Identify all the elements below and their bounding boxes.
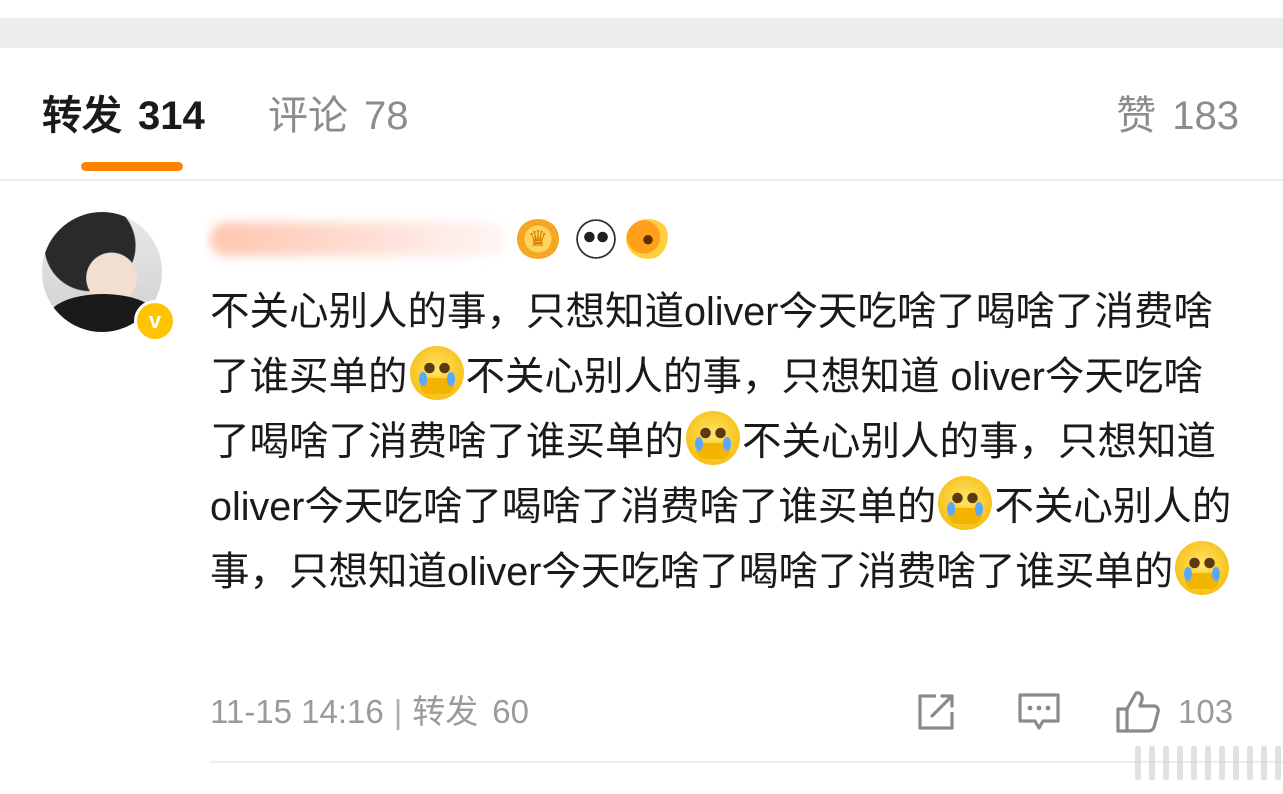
username-blurred[interactable] xyxy=(210,222,506,256)
avatar[interactable]: v xyxy=(42,212,176,342)
panda-icon[interactable] xyxy=(574,219,618,259)
comment-body: 不关心别人的事，只想知道oliver今天吃啥了喝啥了消费啥了谁买单的 不关心别人的… xyxy=(210,280,1235,605)
tab-like-count: 183 xyxy=(1172,94,1239,138)
tab-comment-count: 78 xyxy=(364,94,409,138)
crying-face-emoji-icon xyxy=(686,411,740,465)
tab-like-label: 赞 xyxy=(1116,94,1157,138)
share-icon xyxy=(918,694,954,730)
section-gap xyxy=(0,18,1283,48)
thumbs-up-icon xyxy=(1116,691,1160,733)
watermark-bars xyxy=(1135,746,1283,780)
comment-timestamp: 11-15 14:16 xyxy=(210,693,384,730)
verified-badge-icon: v xyxy=(134,300,176,342)
status-area xyxy=(0,0,1283,18)
meta-separator: | xyxy=(393,693,403,730)
like-count: 103 xyxy=(1178,693,1234,730)
comment-repost-link[interactable]: 转发 60 xyxy=(412,693,529,730)
tab-comment-label: 评论 xyxy=(268,94,348,138)
like-button[interactable]: 103 xyxy=(1114,690,1233,734)
crying-face-emoji-icon xyxy=(409,346,464,400)
tab-divider xyxy=(0,179,1283,181)
comment-divider xyxy=(210,761,1283,763)
comment-repost-label: 转发 xyxy=(412,693,479,730)
crying-face-emoji-icon xyxy=(1175,541,1230,595)
tab-repost[interactable]: 转发 314 xyxy=(42,92,205,140)
comment-button[interactable] xyxy=(1016,690,1062,734)
comment-repost-count: 60 xyxy=(492,693,529,730)
tab-like[interactable]: 赞 183 xyxy=(1116,92,1239,140)
comment-icon xyxy=(1018,693,1060,730)
goldfish-icon[interactable]: ● xyxy=(626,219,670,259)
tab-repost-count: 314 xyxy=(138,94,205,138)
tab-comment[interactable]: 评论 78 xyxy=(268,92,409,140)
tab-repost-label: 转发 xyxy=(42,94,122,138)
crying-face-emoji-icon xyxy=(938,476,993,530)
active-tab-indicator xyxy=(81,162,183,171)
share-button[interactable] xyxy=(914,690,958,734)
comment-meta: 11-15 14:16 | 转发 60 xyxy=(210,692,529,732)
crown-medal-icon[interactable]: ♛ xyxy=(516,219,560,259)
